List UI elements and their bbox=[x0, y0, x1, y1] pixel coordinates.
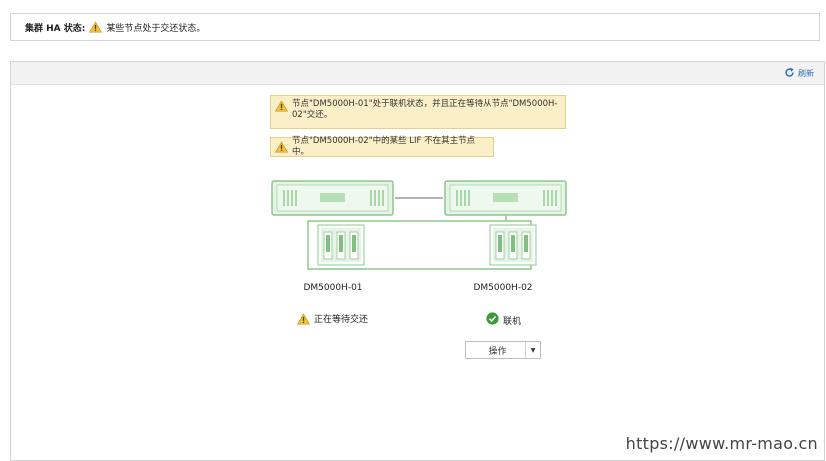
node-status-text: 正在等待交还 bbox=[314, 315, 369, 325]
check-circle-icon bbox=[486, 312, 503, 328]
ha-pair-diagram bbox=[271, 180, 567, 270]
watermark: https://www.mr-mao.cn bbox=[625, 434, 818, 453]
warning-icon bbox=[89, 21, 103, 33]
node-status-2: 联机 bbox=[486, 312, 521, 328]
alert-lif-not-home: 节点"DM5000H-02"中的某些 LIF 不在其主节点中。 bbox=[270, 136, 494, 157]
refresh-icon bbox=[784, 67, 798, 80]
node-name-1: DM5000H-01 bbox=[303, 283, 363, 293]
alert-text: 节点"DM5000H-02"中的某些 LIF 不在其主节点中。 bbox=[292, 136, 476, 157]
ha-panel: 刷新 节点"DM5000H-01"处于联机状态，并且正在等待从节点"DM5000… bbox=[10, 61, 825, 461]
node-status-text: 联机 bbox=[503, 316, 522, 327]
refresh-button[interactable]: 刷新 bbox=[784, 67, 814, 80]
warning-icon bbox=[297, 312, 314, 325]
controller-right bbox=[444, 180, 567, 216]
ha-status-label: 集群 HA 状态: bbox=[25, 23, 86, 34]
actions-dropdown-button[interactable]: 操作 ▼ bbox=[465, 341, 541, 359]
node-status-1: 正在等待交还 bbox=[297, 312, 368, 325]
alert-text: 节点"DM5000H-01"处于联机状态，并且正在等待从节点"DM5000H-0… bbox=[292, 99, 558, 120]
controller-left bbox=[271, 180, 394, 216]
ha-status-message: 某些节点处于交还状态。 bbox=[106, 23, 206, 34]
panel-header: 刷新 bbox=[11, 62, 824, 85]
node-module-right bbox=[489, 224, 537, 266]
warning-icon bbox=[275, 99, 292, 112]
node-module-left bbox=[317, 224, 365, 266]
ha-status-bar: 集群 HA 状态: 某些节点处于交还状态。 bbox=[10, 13, 820, 41]
refresh-label: 刷新 bbox=[798, 69, 814, 78]
node-name-2: DM5000H-02 bbox=[473, 283, 533, 293]
caret-down-icon[interactable]: ▼ bbox=[525, 342, 540, 358]
warning-icon bbox=[275, 141, 292, 154]
alert-giveback-waiting: 节点"DM5000H-01"处于联机状态，并且正在等待从节点"DM5000H-0… bbox=[270, 95, 566, 129]
actions-label: 操作 bbox=[488, 346, 507, 357]
